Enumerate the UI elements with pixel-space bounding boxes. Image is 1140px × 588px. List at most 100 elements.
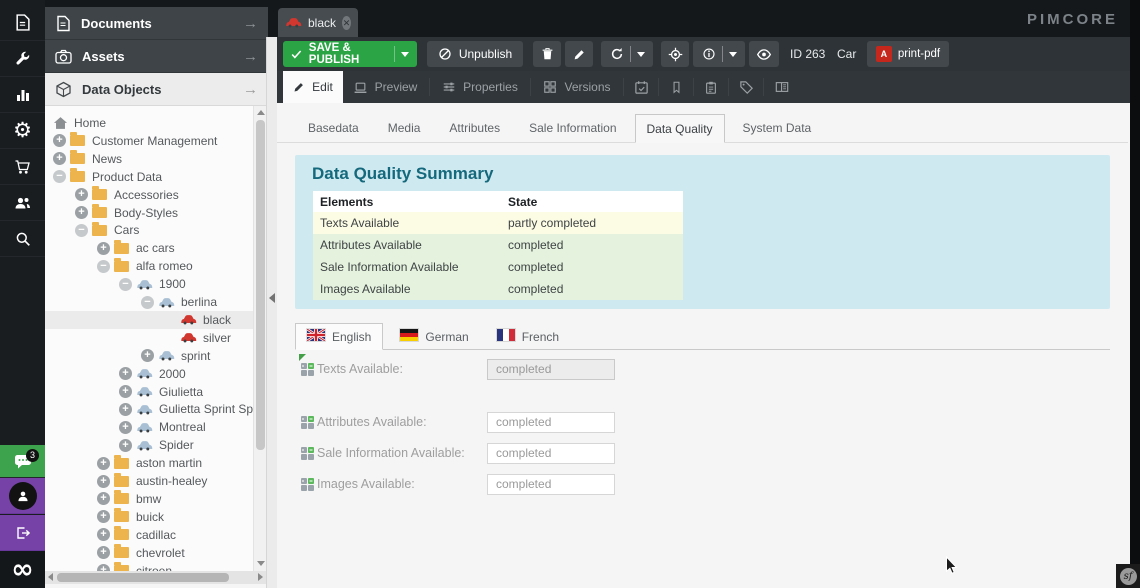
collapse-icon[interactable]: − <box>53 170 66 183</box>
expand-icon[interactable]: + <box>119 403 132 416</box>
tree-vertical-scrollbar[interactable] <box>253 106 266 571</box>
tree-item-news[interactable]: +News <box>45 150 253 168</box>
tree-item-silver[interactable]: silver <box>45 329 253 347</box>
file-icon[interactable] <box>0 5 45 41</box>
panel-splitter[interactable] <box>266 37 277 588</box>
field-input-texts-available[interactable] <box>487 359 615 380</box>
subtab-media[interactable]: Media <box>377 114 432 143</box>
collapse-icon[interactable]: − <box>97 260 110 273</box>
open-object-tab[interactable]: black ✕ <box>278 8 358 37</box>
tab-preview[interactable]: Preview <box>343 71 427 103</box>
field-input-sale-information-available[interactable] <box>487 443 615 464</box>
chevron-down-icon[interactable] <box>729 52 737 57</box>
bar-chart-icon[interactable] <box>0 77 45 113</box>
tab-versions[interactable]: Versions <box>531 71 623 103</box>
tree-item-citroen[interactable]: +citroen <box>45 562 253 572</box>
rename-button[interactable] <box>565 41 593 67</box>
gear-icon[interactable]: ⚙ <box>0 113 45 149</box>
tree-item-austin-healey[interactable]: +austin-healey <box>45 472 253 490</box>
print-pdf-button[interactable]: A print-pdf <box>867 41 949 67</box>
expand-icon[interactable]: + <box>75 188 88 201</box>
expand-icon[interactable]: + <box>97 492 110 505</box>
tab-schedule[interactable] <box>624 71 658 103</box>
search-icon[interactable] <box>0 221 45 257</box>
accordion-documents[interactable]: Documents → <box>45 7 268 40</box>
info-button[interactable] <box>693 41 745 67</box>
unpublish-button[interactable]: Unpublish <box>427 41 523 67</box>
tab-bookmark[interactable] <box>659 71 693 103</box>
tree-item-body-styles[interactable]: +Body-Styles <box>45 204 253 222</box>
tree-item-ac-cars[interactable]: +ac cars <box>45 239 253 257</box>
tree-item-accessories[interactable]: +Accessories <box>45 186 253 204</box>
subtab-system-data[interactable]: System Data <box>732 114 823 143</box>
expand-icon[interactable]: + <box>119 367 132 380</box>
expand-icon[interactable]: + <box>97 546 110 559</box>
accordion-assets[interactable]: Assets → <box>45 40 268 73</box>
logout-icon[interactable] <box>0 515 45 551</box>
symfony-debug-button[interactable]: sf <box>1116 564 1140 588</box>
users-icon[interactable] <box>0 185 45 221</box>
language-tab-german[interactable]: German <box>389 323 479 350</box>
user-avatar[interactable] <box>0 478 45 514</box>
tree-item-customer-management[interactable]: +Customer Management <box>45 132 253 150</box>
wrench-icon[interactable] <box>0 41 45 77</box>
scrollbar-thumb[interactable] <box>57 573 229 582</box>
expand-icon[interactable]: + <box>53 134 66 147</box>
close-icon[interactable]: ✕ <box>342 16 351 30</box>
tree-item-alfa-romeo[interactable]: −alfa romeo <box>45 257 253 275</box>
chevron-down-icon[interactable] <box>401 52 409 57</box>
subtab-sale-information[interactable]: Sale Information <box>518 114 627 143</box>
tab-notes-events[interactable] <box>694 71 728 103</box>
accordion-data-objects[interactable]: Data Objects → <box>45 73 268 106</box>
expand-icon[interactable]: + <box>97 475 110 488</box>
subtab-data-quality[interactable]: Data Quality <box>635 114 725 143</box>
expand-icon[interactable]: + <box>53 152 66 165</box>
expand-icon[interactable]: + <box>97 457 110 470</box>
notifications-icon[interactable]: 3 <box>0 445 45 478</box>
scroll-up-icon[interactable] <box>257 110 265 115</box>
tree-item-cadillac[interactable]: +cadillac <box>45 526 253 544</box>
field-input-attributes-available[interactable] <box>487 412 615 433</box>
collapse-icon[interactable]: − <box>119 278 132 291</box>
tree-item-1900[interactable]: −1900 <box>45 275 253 293</box>
scroll-left-icon[interactable] <box>48 573 53 581</box>
collapse-icon[interactable]: − <box>75 224 88 237</box>
collapse-icon[interactable]: − <box>141 296 154 309</box>
tree-item-black[interactable]: black <box>45 311 253 329</box>
field-input-images-available[interactable] <box>487 474 615 495</box>
save-publish-button[interactable]: SAVE & PUBLISH <box>283 41 417 67</box>
expand-icon[interactable]: + <box>75 206 88 219</box>
expand-icon[interactable]: + <box>97 528 110 541</box>
tree-item-giulietta[interactable]: +Giulietta <box>45 383 253 401</box>
scrollbar-thumb[interactable] <box>256 120 265 450</box>
tab-layout[interactable] <box>764 71 800 103</box>
delete-button[interactable] <box>533 41 561 67</box>
scroll-right-icon[interactable] <box>258 573 263 581</box>
expand-icon[interactable]: + <box>97 510 110 523</box>
tree-item-chevrolet[interactable]: +chevrolet <box>45 544 253 562</box>
tree-item-aston-martin[interactable]: +aston martin <box>45 454 253 472</box>
collapse-left-icon[interactable] <box>269 293 275 303</box>
tab-properties[interactable]: Properties <box>430 71 530 103</box>
expand-icon[interactable]: + <box>97 242 110 255</box>
expand-icon[interactable]: + <box>119 439 132 452</box>
language-tab-french[interactable]: French <box>486 323 570 350</box>
locate-in-tree-button[interactable] <box>661 41 689 67</box>
tree-item-bmw[interactable]: +bmw <box>45 490 253 508</box>
tree-item-home[interactable]: Home <box>45 114 253 132</box>
chevron-down-icon[interactable] <box>637 52 645 57</box>
expand-icon[interactable]: + <box>141 349 154 362</box>
expand-icon[interactable]: + <box>119 385 132 398</box>
tab-tags[interactable] <box>729 71 763 103</box>
tab-edit[interactable]: Edit <box>283 71 343 103</box>
tree-item-montreal[interactable]: +Montreal <box>45 418 253 436</box>
tree-item-2000[interactable]: +2000 <box>45 365 253 383</box>
expand-icon[interactable]: + <box>97 564 110 571</box>
tree-item-cars[interactable]: −Cars <box>45 221 253 239</box>
tree-item-product-data[interactable]: −Product Data <box>45 168 253 186</box>
scroll-down-icon[interactable] <box>257 561 265 566</box>
tree-horizontal-scrollbar[interactable] <box>45 571 266 584</box>
tree-item-sprint[interactable]: +sprint <box>45 347 253 365</box>
subtab-attributes[interactable]: Attributes <box>438 114 511 143</box>
tree-item-spider[interactable]: +Spider <box>45 436 253 454</box>
